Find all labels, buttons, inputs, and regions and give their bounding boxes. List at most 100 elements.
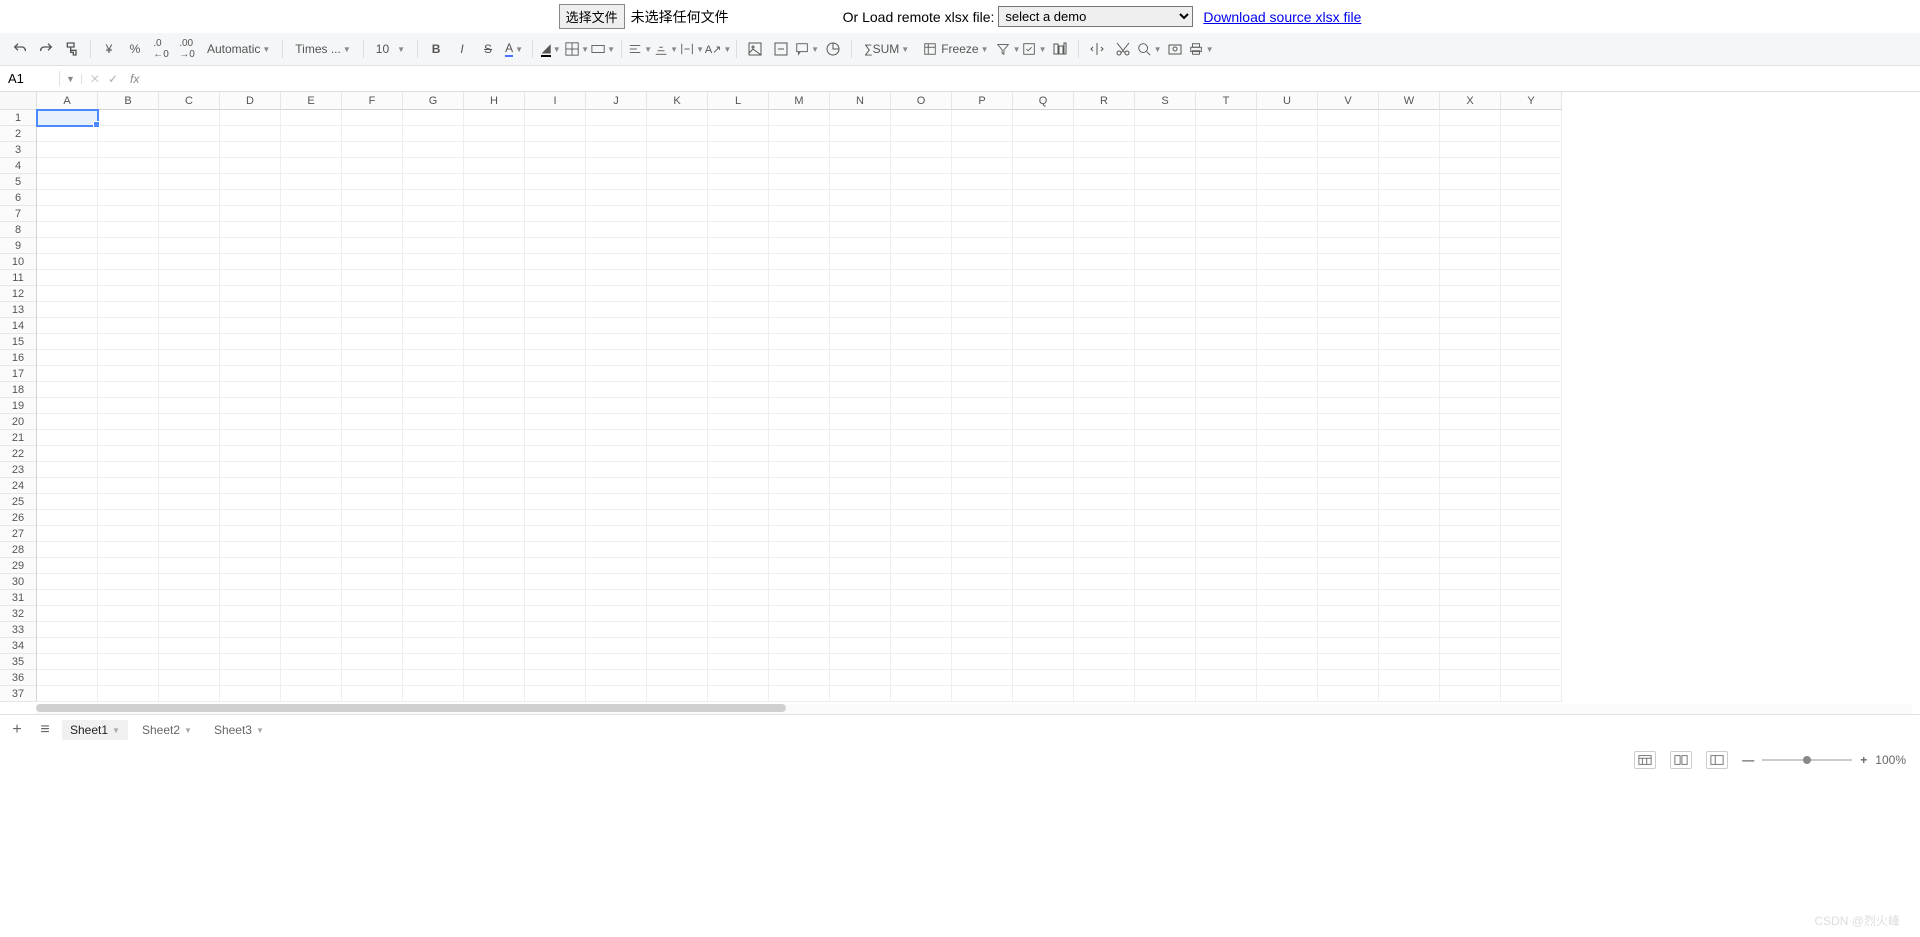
cell[interactable] [159, 270, 220, 286]
cell[interactable] [98, 142, 159, 158]
cell[interactable] [1379, 574, 1440, 590]
cell[interactable] [1135, 430, 1196, 446]
cell[interactable] [1257, 558, 1318, 574]
cell[interactable] [708, 286, 769, 302]
cell[interactable] [98, 686, 159, 702]
add-sheet-button[interactable]: + [6, 719, 28, 741]
row-header[interactable]: 2 [0, 126, 37, 142]
cell[interactable] [708, 238, 769, 254]
cell[interactable] [403, 254, 464, 270]
cell[interactable] [159, 126, 220, 142]
cell[interactable] [159, 462, 220, 478]
row-header[interactable]: 35 [0, 654, 37, 670]
cell[interactable] [159, 606, 220, 622]
cell[interactable] [464, 222, 525, 238]
cell[interactable] [1257, 590, 1318, 606]
cell[interactable] [1379, 622, 1440, 638]
horizontal-align-icon[interactable]: ▼ [628, 37, 652, 61]
cell[interactable] [281, 158, 342, 174]
zoom-slider[interactable] [1762, 759, 1852, 761]
cell[interactable] [1013, 382, 1074, 398]
cell[interactable] [708, 190, 769, 206]
cell[interactable] [952, 638, 1013, 654]
cell[interactable] [586, 622, 647, 638]
cell[interactable] [952, 494, 1013, 510]
cell[interactable] [1135, 190, 1196, 206]
cell[interactable] [1440, 174, 1501, 190]
cell[interactable] [1074, 494, 1135, 510]
cell[interactable] [98, 158, 159, 174]
cell[interactable] [586, 190, 647, 206]
decrease-decimal-icon[interactable]: .0←0 [149, 37, 173, 61]
cell[interactable] [647, 526, 708, 542]
cell[interactable] [281, 446, 342, 462]
cell[interactable] [586, 318, 647, 334]
cell[interactable] [342, 414, 403, 430]
cell[interactable] [708, 158, 769, 174]
cell[interactable] [1135, 542, 1196, 558]
cell[interactable] [647, 606, 708, 622]
cell[interactable] [342, 350, 403, 366]
cell[interactable] [37, 110, 98, 126]
cell[interactable] [37, 334, 98, 350]
cell[interactable] [891, 606, 952, 622]
cell[interactable] [1135, 670, 1196, 686]
cell[interactable] [1440, 654, 1501, 670]
cell[interactable] [708, 366, 769, 382]
cell[interactable] [586, 350, 647, 366]
choose-file-button[interactable]: 选择文件 [559, 4, 625, 29]
cell[interactable] [464, 686, 525, 702]
cell[interactable] [1013, 302, 1074, 318]
cell[interactable] [220, 494, 281, 510]
cell[interactable] [1318, 574, 1379, 590]
cell[interactable] [525, 430, 586, 446]
cell[interactable] [1318, 174, 1379, 190]
column-header[interactable]: D [220, 92, 281, 110]
cell[interactable] [220, 142, 281, 158]
cell[interactable] [281, 510, 342, 526]
cell[interactable] [769, 686, 830, 702]
cell[interactable] [220, 622, 281, 638]
horizontal-scrollbar-thumb[interactable] [36, 704, 786, 712]
cell[interactable] [769, 462, 830, 478]
cell[interactable] [464, 654, 525, 670]
cell[interactable] [37, 270, 98, 286]
row-header[interactable]: 12 [0, 286, 37, 302]
cell[interactable] [342, 222, 403, 238]
cell[interactable] [647, 238, 708, 254]
insert-comment-icon[interactable]: ▼ [795, 37, 819, 61]
cell[interactable] [37, 510, 98, 526]
currency-icon[interactable]: ¥ [97, 37, 121, 61]
insert-chart-icon[interactable] [821, 37, 845, 61]
cell[interactable] [1257, 510, 1318, 526]
cell[interactable] [525, 158, 586, 174]
cell[interactable] [647, 638, 708, 654]
cell[interactable] [891, 542, 952, 558]
column-header[interactable]: S [1135, 92, 1196, 110]
cell[interactable] [708, 318, 769, 334]
sheet-tab-menu-icon[interactable]: ▼ [112, 726, 120, 735]
cell[interactable] [98, 430, 159, 446]
cell[interactable] [1013, 574, 1074, 590]
cell[interactable] [1501, 190, 1562, 206]
cell[interactable] [952, 318, 1013, 334]
cell[interactable] [1440, 606, 1501, 622]
sum-dropdown[interactable]: ∑ SUM▼ [858, 37, 915, 61]
cell[interactable] [220, 542, 281, 558]
cell[interactable] [281, 126, 342, 142]
row-header[interactable]: 30 [0, 574, 37, 590]
cell[interactable] [1501, 206, 1562, 222]
cell[interactable] [891, 398, 952, 414]
cell[interactable] [281, 478, 342, 494]
cell[interactable] [403, 190, 464, 206]
cell[interactable] [525, 414, 586, 430]
cell[interactable] [403, 110, 464, 126]
cell[interactable] [37, 206, 98, 222]
cell[interactable] [1501, 414, 1562, 430]
cell[interactable] [98, 590, 159, 606]
cell[interactable] [464, 238, 525, 254]
cell[interactable] [98, 126, 159, 142]
cell[interactable] [1379, 382, 1440, 398]
cell[interactable] [281, 558, 342, 574]
cell[interactable] [1074, 398, 1135, 414]
